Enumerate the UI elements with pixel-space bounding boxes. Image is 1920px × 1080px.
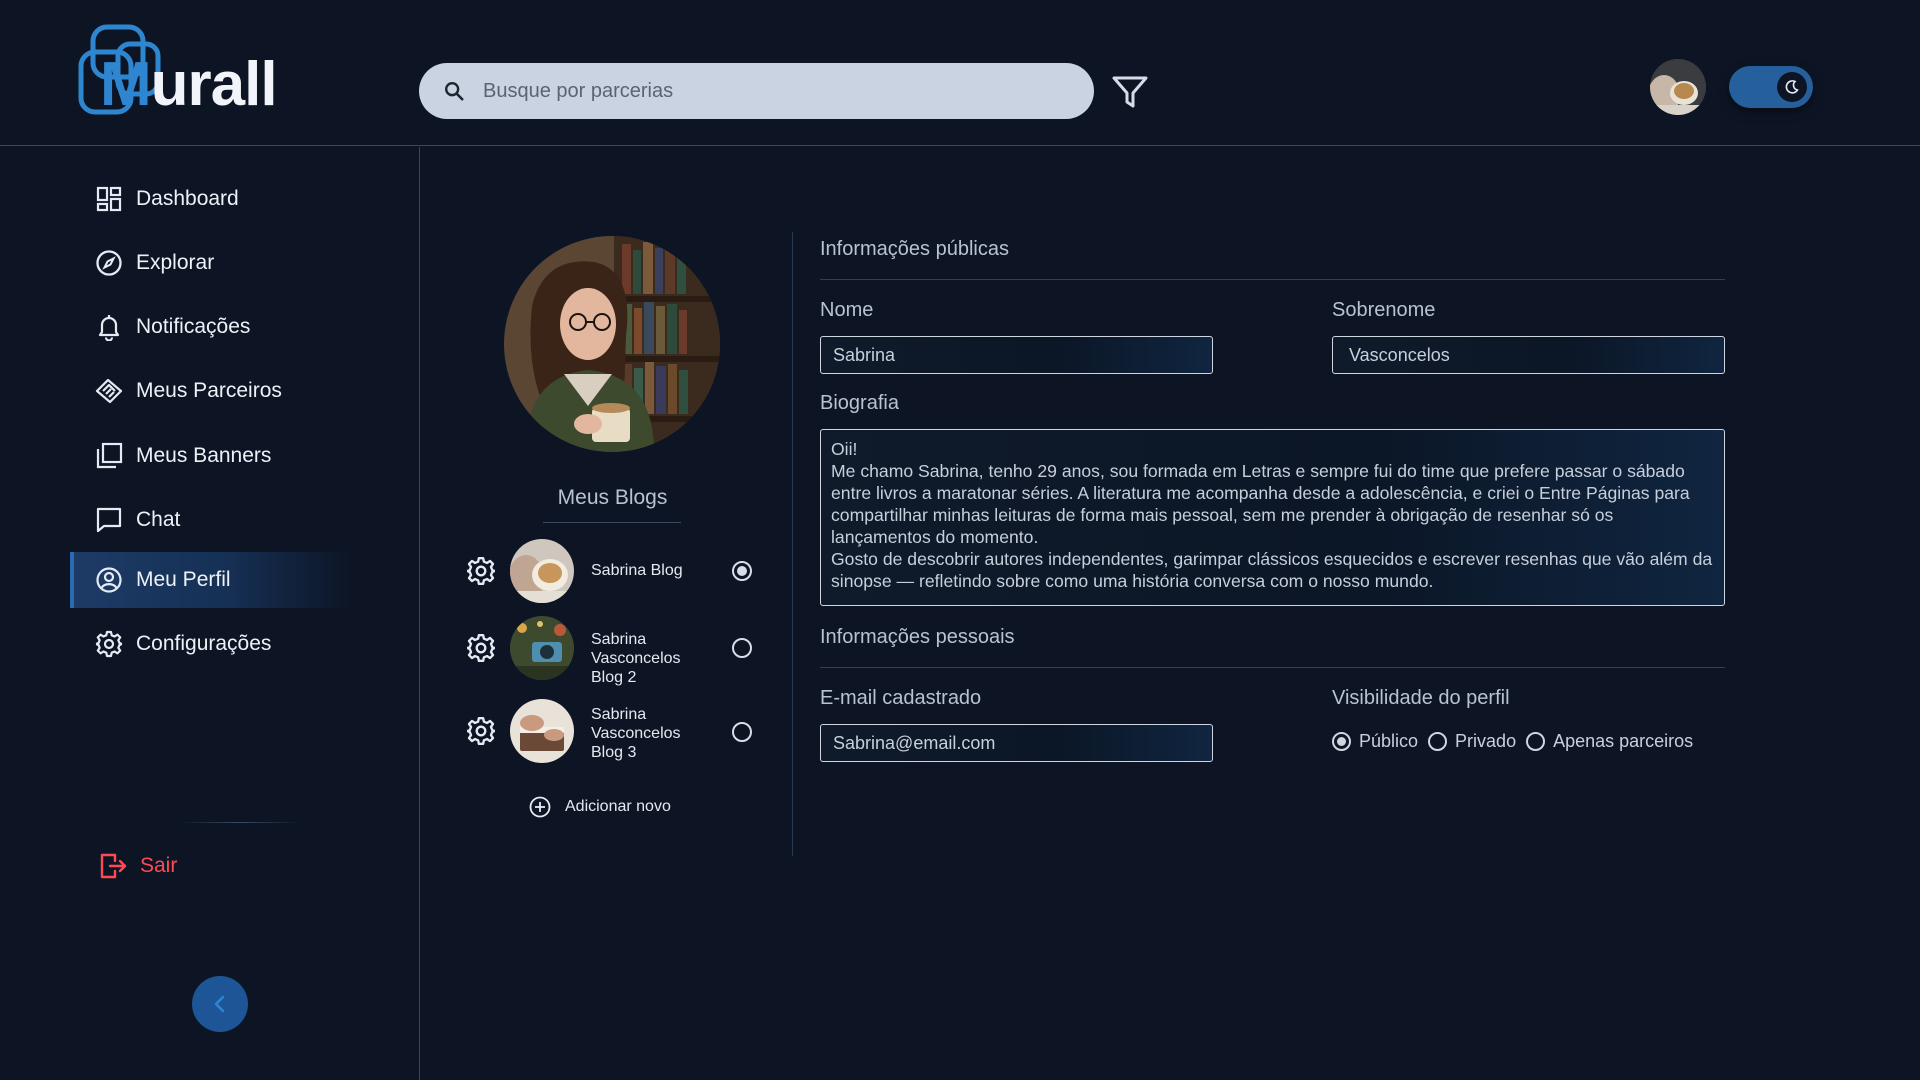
email-label: E-mail cadastrado [820,687,982,709]
first-name-field[interactable] [820,336,1213,374]
blog-name: Sabrina Blog [591,562,683,579]
public-info-title: Informações públicas [820,238,1009,260]
banners-icon [94,441,124,471]
blog-select-radio[interactable] [732,561,752,581]
logout-icon [100,853,127,879]
toggle-knob [1777,72,1807,102]
blog-item[interactable]: Sabrina Vasconcelos Blog 3 [464,699,764,765]
radio-button[interactable] [1526,732,1546,751]
filter-button[interactable] [1110,72,1150,112]
blog-select-radio[interactable] [732,638,752,658]
sidebar-item-label: Notificações [136,315,251,338]
logout-label: Sair [140,854,178,877]
blog-name: Sabrina Vasconcelos Blog 2 [591,631,681,686]
chevron-left-icon [214,995,225,1013]
plus-circle-icon [529,796,551,818]
search-icon [445,82,464,101]
visibility-option-publico[interactable]: Público [1332,731,1418,752]
search-input[interactable] [483,63,1073,119]
sidebar-item-configuracoes[interactable]: Configurações [70,616,350,672]
logo-wordmark: Murall [100,50,278,119]
visibility-option-label: Privado [1455,731,1517,751]
sidebar-item-meus-banners[interactable]: Meus Banners [70,428,350,484]
blog-item[interactable]: Sabrina Vasconcelos Blog 2 [464,616,764,686]
blog-settings-button[interactable] [466,716,496,746]
blog-thumbnail [510,616,574,680]
sidebar-item-chat[interactable]: Chat [70,492,350,548]
blog-item[interactable]: Sabrina Blog [464,538,764,604]
visibility-option-apenas-parceiros[interactable]: Apenas parceiros [1526,731,1693,752]
moon-icon [1785,80,1799,94]
gear-icon [466,556,496,586]
sidebar-item-meus-parceiros[interactable]: Meus Parceiros [70,363,350,419]
dashboard-icon [94,184,124,214]
visibility-option-label: Público [1359,731,1419,751]
top-header: Murall [0,0,1920,146]
sidebar-item-dashboard[interactable]: Dashboard [70,171,350,227]
sidebar-item-label: Configurações [136,632,272,655]
section-divider [820,667,1725,668]
radio-button[interactable] [1332,732,1351,751]
visibility-option-privado[interactable]: Privado [1428,731,1516,752]
visibility-radio-group: Público Privado Apenas parceiros [1332,731,1703,752]
blog-settings-button[interactable] [466,633,496,663]
blog-thumbnail [510,539,574,603]
search-bar[interactable] [419,63,1094,119]
add-blog-label: Adicionar novo [565,798,671,815]
sidebar-item-label: Dashboard [136,187,239,210]
sidebar-item-notificacoes[interactable]: Notificações [70,299,350,355]
chat-icon [94,505,124,535]
column-divider [792,232,793,856]
bio-label: Biografia [820,392,899,414]
sidebar-item-label: Meus Parceiros [136,379,282,402]
gear-icon [94,629,124,659]
last-name-label: Sobrenome [1332,299,1436,321]
visibility-label: Visibilidade do perfil [1332,687,1510,709]
sidebar-item-label: Meu Perfil [136,568,231,591]
collapse-sidebar-button[interactable] [192,976,248,1032]
profile-photo[interactable] [504,236,720,452]
blog-select-radio[interactable] [732,722,752,742]
sidebar-item-explorar[interactable]: Explorar [70,235,350,291]
bio-textarea[interactable]: Oii! Me chamo Sabrina, tenho 29 anos, so… [820,429,1725,606]
blog-thumbnail [510,699,574,763]
sidebar-item-label: Chat [136,508,181,531]
sidebar-item-label: Explorar [136,251,215,274]
filter-icon [1112,76,1148,108]
gear-icon [466,633,496,663]
email-field[interactable] [820,724,1213,762]
bell-icon [94,312,124,342]
radio-button[interactable] [1428,732,1448,751]
handshake-icon [94,376,124,406]
sidebar-divider [180,822,300,823]
add-blog-button[interactable]: Adicionar novo [529,796,671,818]
section-divider [820,279,1725,280]
sidebar-item-meu-perfil[interactable]: Meu Perfil [70,552,350,608]
personal-info-title: Informações pessoais [820,626,1015,648]
dark-mode-toggle[interactable] [1729,66,1813,108]
blogs-title: Meus Blogs [557,486,668,509]
blogs-title-underline [543,522,681,523]
logout-button[interactable]: Sair [98,851,177,881]
avatar-image [1650,59,1706,115]
last-name-field[interactable] [1332,336,1725,374]
user-circle-icon [94,565,124,595]
compass-icon [94,248,124,278]
user-avatar[interactable] [1650,59,1706,115]
first-name-label: Nome [820,299,874,321]
gear-icon [466,716,496,746]
blog-settings-button[interactable] [466,556,496,586]
murall-logo[interactable]: Murall [78,22,298,122]
sidebar: Dashboard Explorar Notificações Meus Par… [0,147,420,1080]
blog-name: Sabrina Vasconcelos Blog 3 [591,706,681,761]
sidebar-item-label: Meus Banners [136,444,272,467]
profile-photo-image [504,236,720,452]
visibility-option-label: Apenas parceiros [1553,731,1694,751]
